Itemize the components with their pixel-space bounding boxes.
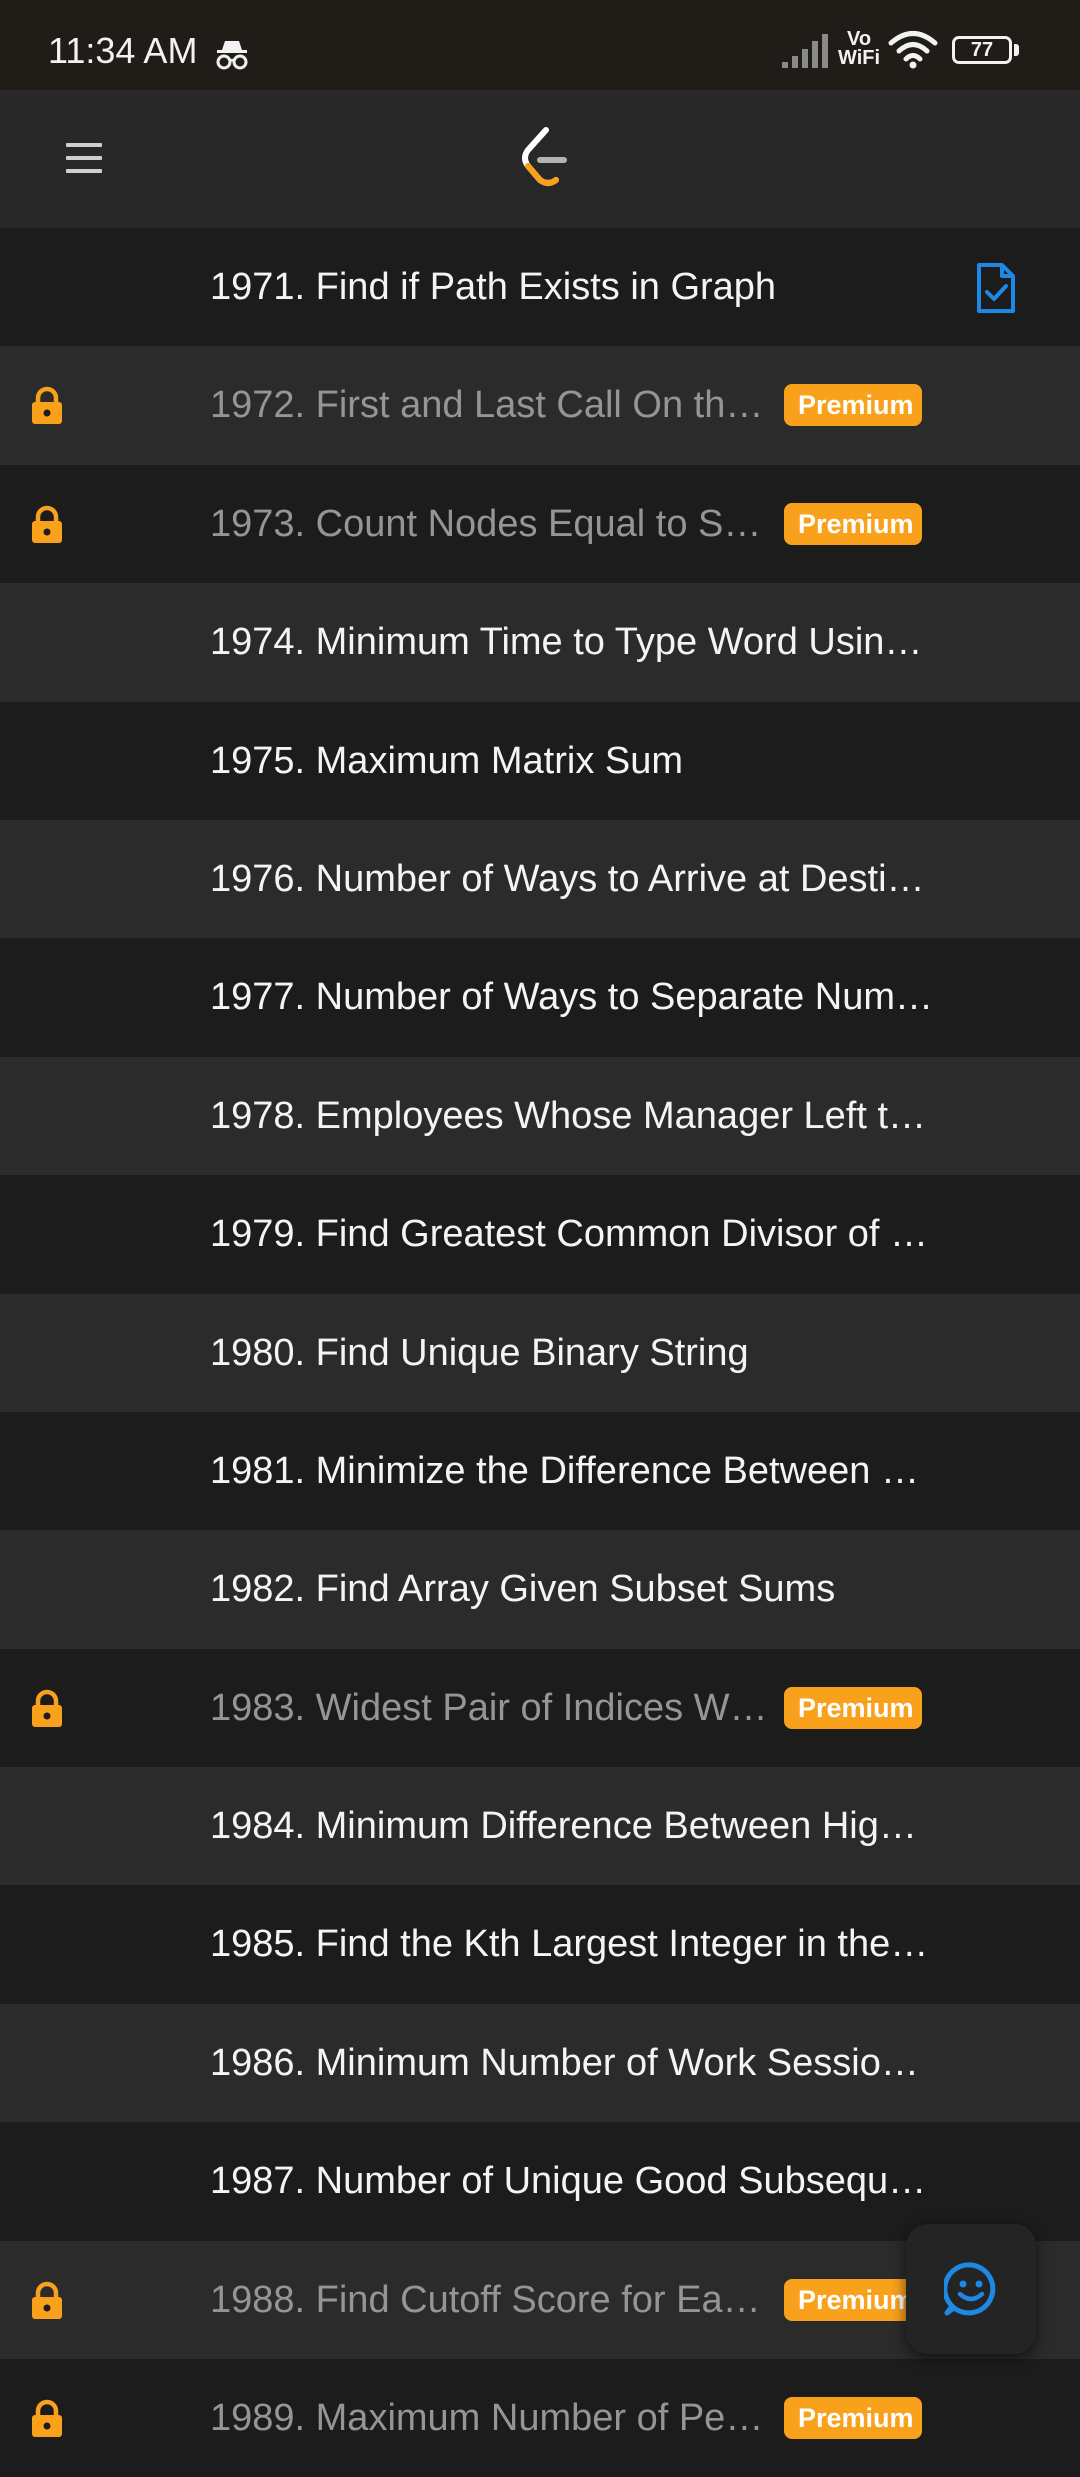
problem-title: 1985. Find the Kth Largest Integer in th… xyxy=(210,1923,929,1966)
lock-icon xyxy=(32,2399,62,2438)
problem-title: 1982. Find Array Given Subset Sums xyxy=(210,1568,836,1611)
problem-title: 1988. Find Cutoff Score for Ea… xyxy=(210,2278,761,2321)
leetcode-logo-icon[interactable] xyxy=(518,126,568,190)
problem-row[interactable]: 1972. First and Last Call On th… Premium xyxy=(0,346,1080,465)
status-time: 11:34 AM xyxy=(48,30,198,71)
battery-cap xyxy=(1014,44,1019,56)
problem-row[interactable]: 1980. Find Unique Binary String xyxy=(0,1293,1080,1412)
wifi-icon xyxy=(888,31,938,69)
problem-row[interactable]: 1976. Number of Ways to Arrive at Desti… xyxy=(0,819,1080,939)
problem-row[interactable]: 1979. Find Greatest Common Divisor of … xyxy=(0,1175,1080,1294)
problem-row[interactable]: 1981. Minimize the Difference Between … xyxy=(0,1411,1080,1531)
problem-title: 1989. Maximum Number of Pe… xyxy=(210,2397,764,2440)
problem-row[interactable]: 1975. Maximum Matrix Sum xyxy=(0,701,1080,820)
problem-row[interactable]: 1983. Widest Pair of Indices W… Premium xyxy=(0,1648,1080,1768)
problem-row[interactable]: 1987. Number of Unique Good Subsequ… xyxy=(0,2122,1080,2241)
lock-icon xyxy=(32,505,62,543)
signal-icon xyxy=(782,34,828,68)
problem-title: 1973. Count Nodes Equal to S… xyxy=(210,502,762,545)
premium-badge: Premium xyxy=(784,502,922,545)
problem-title: 1983. Widest Pair of Indices W… xyxy=(210,1686,768,1729)
problem-row[interactable]: 1978. Employees Whose Manager Left t… xyxy=(0,1056,1080,1176)
premium-badge: Premium xyxy=(784,2397,922,2440)
problem-row[interactable]: 1986. Minimum Number of Work Sessio… xyxy=(0,2003,1080,2123)
vowifi-bottom-text: WiFi xyxy=(838,47,881,69)
problem-title: 1980. Find Unique Binary String xyxy=(210,1331,749,1374)
premium-badge: Premium xyxy=(784,384,922,427)
problem-title: 1974. Minimum Time to Type Word Usin… xyxy=(210,621,923,664)
problem-title: 1978. Employees Whose Manager Left t… xyxy=(210,1094,927,1137)
problem-title: 1977. Number of Ways to Separate Num… xyxy=(210,976,934,1019)
problem-row[interactable]: 1973. Count Nodes Equal to S… Premium xyxy=(0,464,1080,584)
battery-icon: 77 xyxy=(952,36,1012,64)
solved-document-check-icon xyxy=(977,263,1015,313)
lock-icon xyxy=(32,387,62,425)
problem-title: 1975. Maximum Matrix Sum xyxy=(210,739,684,782)
smiley-feedback-icon xyxy=(944,2262,996,2316)
problem-title: 1972. First and Last Call On th… xyxy=(210,384,764,427)
premium-badge: Premium xyxy=(784,1686,922,1729)
premium-badge: Premium xyxy=(784,2278,922,2321)
problem-title: 1971. Find if Path Exists in Graph xyxy=(210,266,777,308)
problem-title: 1987. Number of Unique Good Subsequ… xyxy=(210,2160,927,2203)
status-bar: 11:34 AM Vo WiFi 77 xyxy=(0,0,1080,90)
lock-icon xyxy=(32,2281,62,2319)
battery-level: 77 xyxy=(970,38,994,61)
lock-icon xyxy=(32,1689,62,1727)
problem-row[interactable]: 1982. Find Array Given Subset Sums xyxy=(0,1530,1080,1649)
hamburger-menu-icon[interactable] xyxy=(64,138,104,178)
problem-title: 1986. Minimum Number of Work Sessio… xyxy=(210,2041,919,2084)
problem-row[interactable]: 1989. Maximum Number of Pe… Premium xyxy=(0,2359,1080,2477)
problem-row[interactable]: 1971. Find if Path Exists in Graph xyxy=(0,228,1080,347)
problem-title: 1984. Minimum Difference Between Hig… xyxy=(210,1805,917,1848)
problem-row[interactable]: 1984. Minimum Difference Between Hig… xyxy=(0,1767,1080,1886)
incognito-icon xyxy=(216,41,248,70)
problem-row[interactable]: 1977. Number of Ways to Separate Num… xyxy=(0,938,1080,1057)
problem-title: 1979. Find Greatest Common Divisor of … xyxy=(210,1213,929,1256)
feedback-button[interactable] xyxy=(906,2224,1036,2354)
problem-title: 1981. Minimize the Difference Between … xyxy=(210,1449,919,1492)
app-header xyxy=(0,90,1080,228)
vowifi-indicator: Vo WiFi xyxy=(838,29,881,69)
problem-title: 1976. Number of Ways to Arrive at Desti… xyxy=(210,857,925,900)
problem-row[interactable]: 1974. Minimum Time to Type Word Usin… xyxy=(0,583,1080,702)
problem-row[interactable]: 1985. Find the Kth Largest Integer in th… xyxy=(0,1885,1080,2004)
problem-list: 1971. Find if Path Exists in Graph 1972. … xyxy=(0,228,1080,2477)
